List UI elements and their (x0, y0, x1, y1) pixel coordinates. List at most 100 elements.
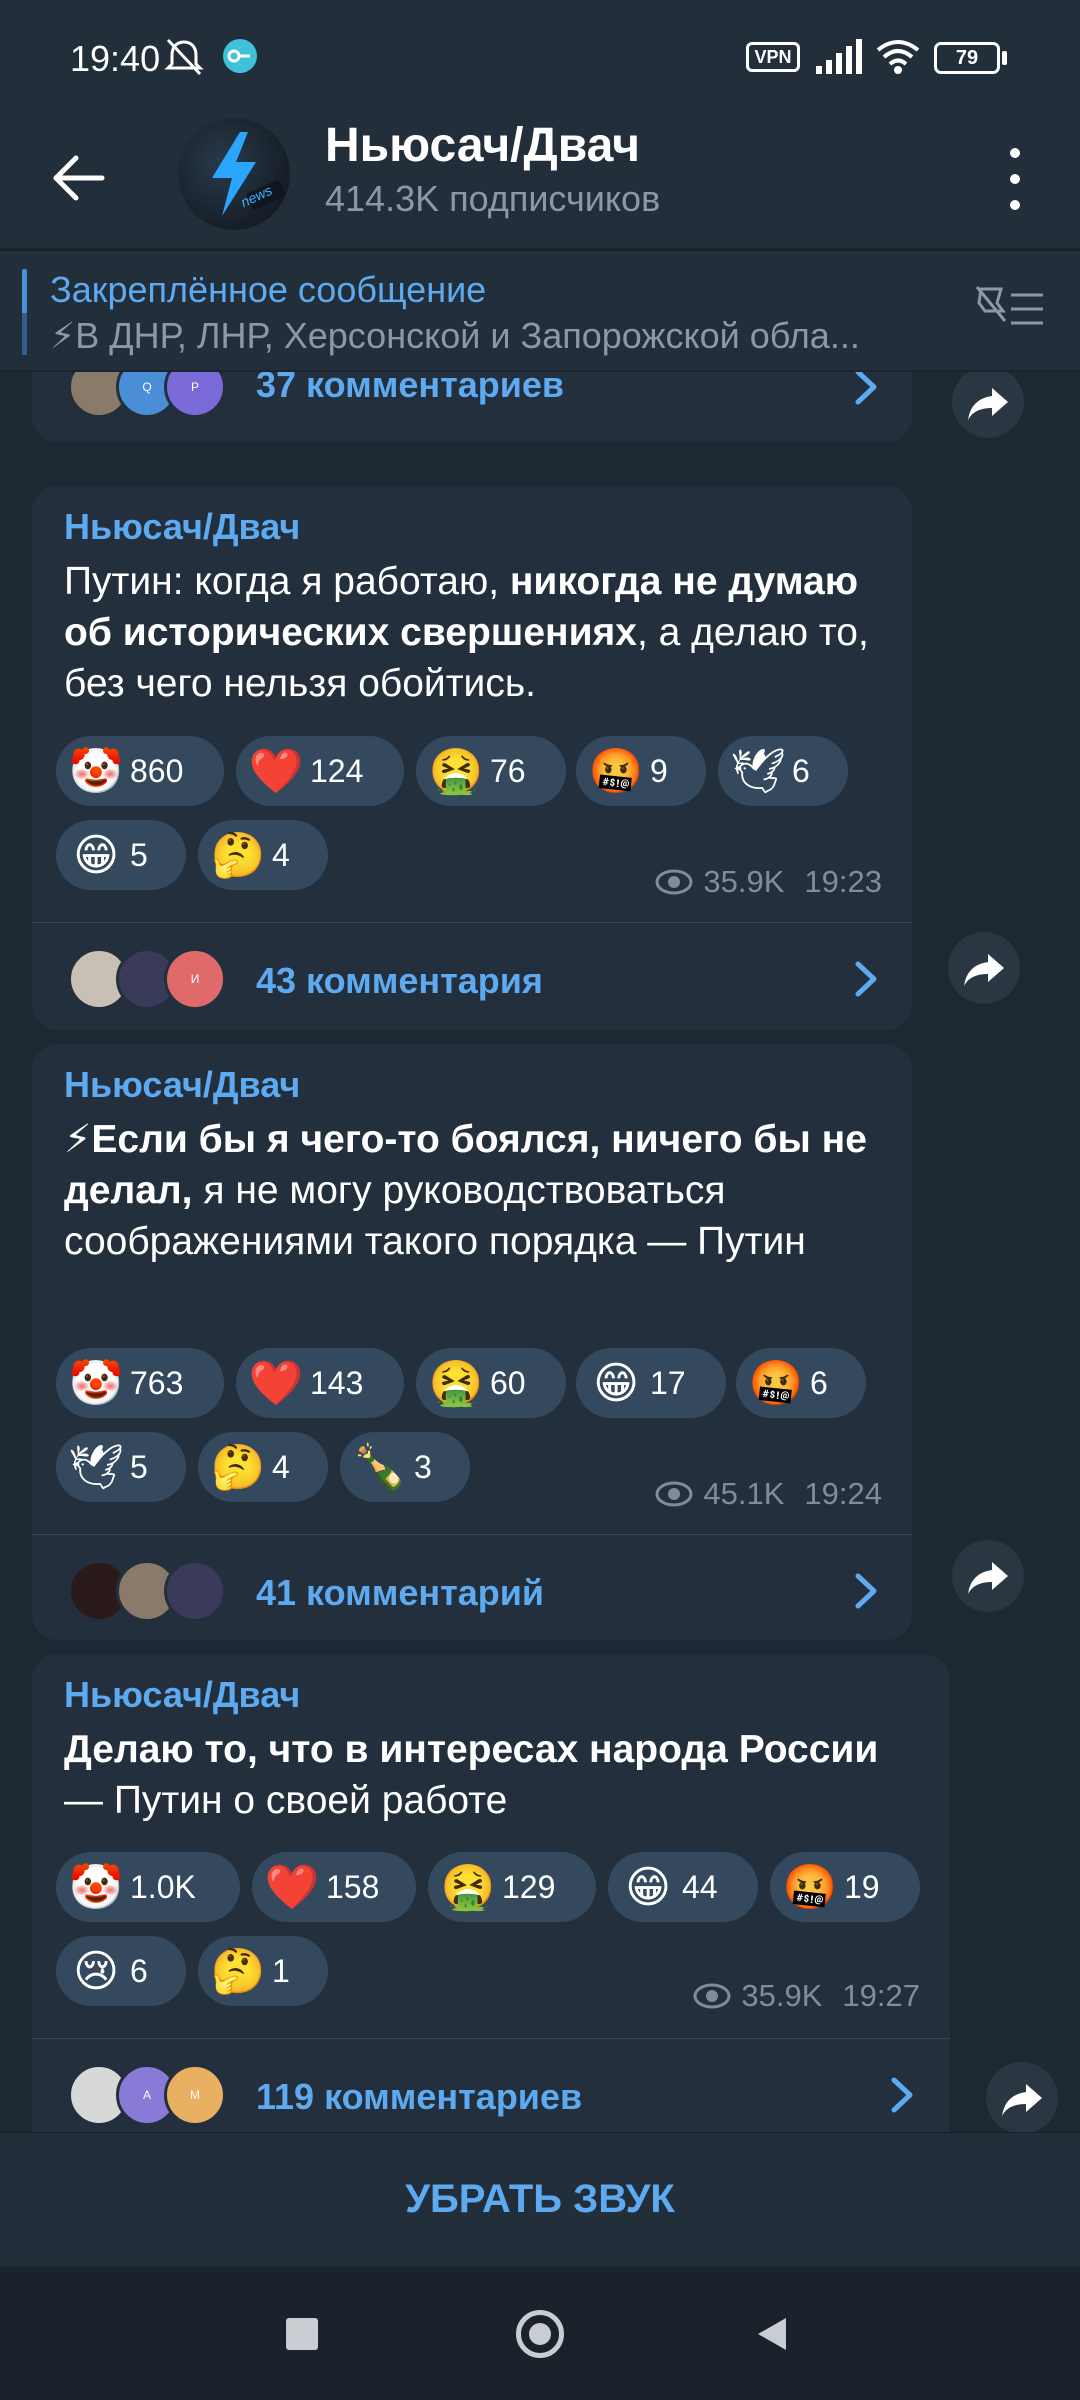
reaction-chip[interactable]: ❤️ 143 (236, 1348, 404, 1418)
reaction-count: 4 (272, 1448, 290, 1485)
thinking-emoji-icon: 🤔 (210, 831, 266, 880)
comments-count: 41 комментарий (256, 1572, 545, 1613)
crying-emoji-icon: 😢 (73, 1946, 119, 1996)
thinking-emoji-icon: 🤔 (210, 1443, 266, 1492)
reaction-chip[interactable]: 🤮 76 (416, 736, 566, 806)
angry-emoji-icon: 🤬 (748, 1359, 804, 1408)
home-circle-icon[interactable] (516, 2310, 564, 2358)
reaction-chip[interactable]: 🤡 860 (56, 736, 224, 806)
divider (32, 2038, 950, 2039)
message-time: 19:27 (842, 1978, 920, 2013)
reaction-chip[interactable]: ❤️ 124 (236, 736, 404, 806)
lightning-logo-icon (212, 132, 286, 216)
reaction-chip[interactable]: 🍾 3 (340, 1432, 470, 1502)
forward-button[interactable] (952, 372, 1024, 438)
system-nav-bar (0, 2268, 1080, 2400)
message-bubble: Ньюсач/Двач Делаю то, что в интересах на… (32, 1654, 950, 2132)
mute-button[interactable]: УБРАТЬ ЗВУК (0, 2177, 1080, 2222)
message-author[interactable]: Ньюсач/Двач (64, 506, 300, 548)
reaction-count: 6 (792, 752, 810, 789)
comments-count: 43 комментария (256, 960, 543, 1001)
reaction-count: 129 (502, 1868, 556, 1905)
pinned-message[interactable]: Закреплённое сообщение ⚡В ДНР, ЛНР, Херс… (0, 250, 1080, 370)
comments-link[interactable]: И 43 комментария (32, 928, 912, 1028)
reaction-chip[interactable]: 🤬 19 (770, 1852, 920, 1922)
reaction-chip[interactable]: ❤️ 158 (252, 1852, 416, 1922)
reaction-chip[interactable]: 🤔 1 (198, 1936, 328, 2006)
menu-dot-icon (1010, 148, 1020, 158)
mute-bell-icon (164, 38, 204, 76)
message-author[interactable]: Ньюсач/Двач (64, 1064, 300, 1106)
reaction-count: 6 (130, 1952, 148, 1989)
text-segment: — Путин о своей работе (64, 1779, 508, 1822)
vpn-badge: VPN (746, 42, 800, 72)
grin-emoji-icon: 😁 (593, 1358, 639, 1408)
reaction-chip[interactable]: 🕊 5 (56, 1432, 186, 1502)
reaction-chip[interactable]: 😁 5 (56, 820, 186, 890)
comments-count: 119 комментариев (256, 2076, 583, 2117)
channel-title[interactable]: Ньюсач/Двач (325, 118, 640, 173)
reaction-chip[interactable]: 🕊 6 (718, 736, 848, 806)
divider (32, 1534, 912, 1535)
commenter-avatar: P (164, 372, 226, 418)
reaction-chip[interactable]: 🤡 763 (56, 1348, 224, 1418)
message-text: ⚡Если бы я чего-то боялся, ничего бы не … (64, 1114, 904, 1267)
dove-emoji-icon: 🕊 (730, 747, 786, 796)
view-count: 35.9K (703, 864, 785, 899)
back-triangle-icon[interactable] (754, 2314, 790, 2354)
reaction-chip[interactable]: 🤡 1.0K (56, 1852, 240, 1922)
share-arrow-icon (968, 1562, 1008, 1594)
forward-button[interactable] (986, 2062, 1058, 2132)
message-meta: 35.9K 19:23 (655, 864, 882, 900)
reaction-chip[interactable]: 🤬 9 (576, 736, 706, 806)
reaction-count: 3 (414, 1448, 432, 1485)
vomit-emoji-icon: 🤮 (428, 747, 484, 796)
pinned-list-icon[interactable] (975, 281, 1047, 341)
message-text: Делаю то, что в интересах народа России … (64, 1724, 904, 1826)
battery-icon: 79 (934, 42, 1000, 74)
reaction-count: 860 (130, 752, 184, 789)
reaction-chip[interactable]: 😢 6 (56, 1936, 186, 2006)
recents-square-icon[interactable] (286, 2318, 318, 2350)
channel-header: news Ньюсач/Двач 414.3K подписчиков (0, 118, 1080, 248)
heart-emoji-icon: ❤️ (248, 747, 304, 796)
message-list[interactable]: Q P 37 комментариев Ньюсач/Двач Путин: к… (0, 372, 1080, 2132)
forward-button[interactable] (948, 932, 1020, 1004)
message-author[interactable]: Ньюсач/Двач (64, 1674, 300, 1716)
reaction-chip[interactable]: 🤮 60 (416, 1348, 566, 1418)
views-eye-icon (655, 869, 693, 895)
reaction-count: 44 (682, 1868, 718, 1905)
reaction-count: 1 (272, 1952, 290, 1989)
battery-tip (1002, 51, 1007, 65)
message-bubble: Q P 37 комментариев (32, 372, 912, 442)
commenter-avatar: М (164, 2064, 226, 2126)
view-count: 35.9K (741, 1978, 823, 2013)
reaction-count: 6 (810, 1364, 828, 1401)
text-bold-segment: Делаю то, что в интересах народа России (64, 1728, 879, 1771)
back-arrow-icon[interactable] (40, 138, 120, 218)
commenter-avatar: И (164, 948, 226, 1010)
reaction-chip[interactable]: 🤮 129 (428, 1852, 596, 1922)
forward-button[interactable] (952, 1540, 1024, 1612)
reaction-chip[interactable]: 🤔 4 (198, 820, 328, 890)
pinned-title: Закреплённое сообщение (50, 269, 487, 310)
more-menu-button[interactable] (990, 140, 1040, 220)
comments-link[interactable]: 41 комментарий (32, 1540, 912, 1640)
message-bubble: Ньюсач/Двач Путин: когда я работаю, нико… (32, 486, 912, 1030)
chevron-right-icon (855, 1573, 877, 1609)
mute-bar: УБРАТЬ ЗВУК (0, 2132, 1080, 2266)
angry-emoji-icon: 🤬 (782, 1863, 838, 1912)
comments-link[interactable]: А М 119 комментариев (32, 2044, 950, 2132)
reaction-chip[interactable]: 😁 44 (608, 1852, 758, 1922)
reaction-chip[interactable]: 🤬 6 (736, 1348, 866, 1418)
reaction-chip[interactable]: 😁 17 (576, 1348, 726, 1418)
reaction-chip[interactable]: 🤔 4 (198, 1432, 328, 1502)
reaction-count: 9 (650, 752, 668, 789)
menu-dot-icon (1010, 174, 1020, 184)
share-arrow-icon (968, 388, 1008, 420)
channel-avatar[interactable]: news (178, 118, 290, 230)
wifi-icon (876, 40, 920, 74)
vomit-emoji-icon: 🤮 (428, 1359, 484, 1408)
comments-link[interactable]: Q P 37 комментариев (32, 372, 912, 442)
status-bar: 19:40 VPN 79 (0, 0, 1080, 118)
